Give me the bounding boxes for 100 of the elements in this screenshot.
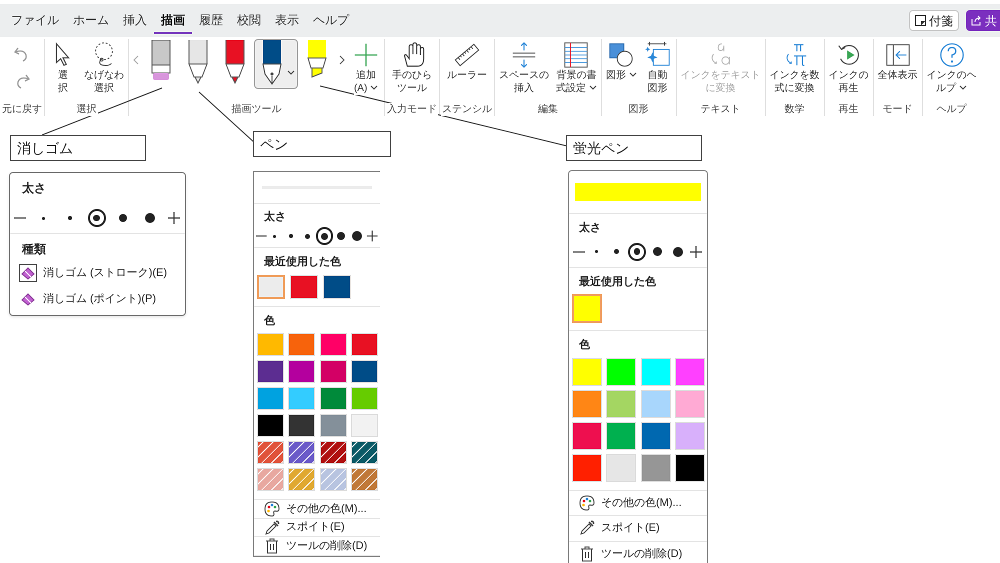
color-swatch[interactable] <box>257 274 285 299</box>
auto-shapes-button[interactable]: 自動 図形 <box>640 39 675 95</box>
color-swatch[interactable] <box>606 358 636 386</box>
section-heading: 最近使用した色 <box>263 254 342 270</box>
lasso-select-button[interactable]: なげなわ 選択 <box>81 39 127 95</box>
size-option[interactable] <box>316 227 333 246</box>
hand-tool-button[interactable]: 手のひら ツール <box>389 39 435 95</box>
color-swatch[interactable] <box>572 294 602 324</box>
color-swatch[interactable] <box>640 390 670 418</box>
ribbon-tab[interactable]: 表示 <box>268 7 306 34</box>
texture-swatch[interactable] <box>320 468 346 492</box>
delete-tool-item[interactable]: ツールの削除(D) <box>569 542 707 563</box>
callout-label: 蛍光ペン <box>566 135 702 161</box>
color-swatch[interactable] <box>288 387 316 410</box>
shapes-button[interactable]: 図形 <box>602 39 640 82</box>
ribbon-tab[interactable]: 履歴 <box>192 7 230 34</box>
eraser-type-item[interactable]: 消しゴム (ポイント)(P) <box>10 286 185 312</box>
help-icon <box>938 41 966 69</box>
color-swatch[interactable] <box>606 422 636 450</box>
plus-icon <box>352 41 380 69</box>
ribbon-tab[interactable]: 描画 <box>154 7 192 34</box>
add-pen-button[interactable]: 追加 (A) <box>349 39 383 95</box>
group-label: 描画ツール <box>230 103 282 116</box>
insert-space-button[interactable]: スペースの 挿入 <box>496 39 552 95</box>
share-button[interactable]: 共 <box>966 10 1000 31</box>
ink-to-math-button[interactable]: インクを数 式に変換 <box>766 39 823 95</box>
group-label: ステンシル <box>441 103 493 116</box>
color-swatch[interactable] <box>674 358 705 386</box>
group-label: 再生 <box>838 103 860 116</box>
note-icon <box>915 15 926 26</box>
size-option[interactable] <box>88 209 106 227</box>
color-swatch[interactable] <box>257 360 284 384</box>
full-view-button[interactable]: 全体表示 <box>874 39 921 82</box>
color-swatch[interactable] <box>572 390 602 418</box>
ribbon-tab[interactable]: ホーム <box>66 7 116 34</box>
pen-button[interactable] <box>254 39 298 89</box>
color-swatch[interactable] <box>288 414 316 438</box>
color-swatch[interactable] <box>320 360 346 384</box>
color-swatch[interactable] <box>606 454 636 482</box>
section-heading: 色 <box>263 314 276 329</box>
color-swatch[interactable] <box>257 333 284 356</box>
color-swatch[interactable] <box>350 333 378 356</box>
color-swatch[interactable] <box>572 358 602 386</box>
color-swatch[interactable] <box>350 360 378 384</box>
texture-swatch[interactable] <box>350 468 378 492</box>
texture-swatch[interactable] <box>257 441 284 464</box>
group-label: ヘルプ <box>936 103 968 116</box>
more-colors-item[interactable]: その他の色(M)... <box>254 500 380 519</box>
size-option[interactable] <box>628 242 646 261</box>
color-swatch[interactable] <box>572 454 602 482</box>
background-format-button[interactable]: 背景の書 式設定 <box>553 39 600 95</box>
group-label: 選択 <box>76 103 98 116</box>
texture-swatch[interactable] <box>288 441 316 464</box>
color-swatch[interactable] <box>320 387 346 410</box>
color-swatch[interactable] <box>320 333 346 356</box>
color-swatch[interactable] <box>674 390 705 418</box>
group-label: 元に戻す <box>1 103 43 116</box>
texture-swatch[interactable] <box>288 468 316 492</box>
color-swatch[interactable] <box>350 387 378 410</box>
eyedropper-item[interactable]: スポイト(E) <box>254 518 380 538</box>
caret-icon <box>370 85 378 92</box>
color-swatch[interactable] <box>288 360 316 384</box>
color-swatch[interactable] <box>640 358 670 386</box>
color-swatch[interactable] <box>257 387 284 410</box>
delete-tool-item[interactable]: ツールの削除(D) <box>254 537 380 556</box>
color-swatch[interactable] <box>572 422 602 450</box>
lined-paper-icon <box>562 41 590 69</box>
color-swatch[interactable] <box>674 422 705 450</box>
texture-swatch[interactable] <box>257 468 284 492</box>
select-button[interactable]: 選 択 <box>46 39 80 95</box>
eraser-type-item[interactable]: 消しゴム (ストローク)(E) <box>10 260 185 286</box>
eyedropper-icon <box>579 520 595 536</box>
color-swatch[interactable] <box>320 414 346 438</box>
section-heading: 太さ <box>262 210 287 225</box>
color-swatch[interactable] <box>606 390 636 418</box>
palette-icon <box>264 501 280 518</box>
color-swatch[interactable] <box>640 422 670 450</box>
ruler-button[interactable]: ルーラー <box>444 39 490 82</box>
ribbon-tab[interactable]: 挿入 <box>116 7 154 34</box>
minus-icon <box>256 235 267 238</box>
texture-swatch[interactable] <box>320 441 346 464</box>
more-colors-item[interactable]: その他の色(M)... <box>569 490 707 516</box>
color-swatch[interactable] <box>257 414 284 438</box>
ribbon-tab[interactable]: ファイル <box>4 7 66 34</box>
color-swatch[interactable] <box>640 454 670 482</box>
color-swatch[interactable] <box>323 274 351 299</box>
ink-help-button[interactable]: インクのヘ ルプ <box>924 39 980 95</box>
caret-icon <box>958 85 967 92</box>
color-swatch[interactable] <box>674 454 705 482</box>
ink-replay-button[interactable]: インクの 再生 <box>826 39 872 95</box>
color-swatch[interactable] <box>290 274 318 299</box>
texture-swatch[interactable] <box>350 441 378 464</box>
sticky-note-button[interactable]: 付箋 <box>909 10 959 31</box>
ribbon-tab[interactable]: 校閲 <box>230 7 268 34</box>
eyedropper-item[interactable]: スポイト(E) <box>569 516 707 542</box>
eraser-icon <box>21 292 35 306</box>
ribbon-tab[interactable]: ヘルプ <box>306 7 356 34</box>
color-swatch[interactable] <box>350 414 378 438</box>
color-swatch[interactable] <box>288 333 316 356</box>
chevron-right-icon <box>339 55 345 65</box>
